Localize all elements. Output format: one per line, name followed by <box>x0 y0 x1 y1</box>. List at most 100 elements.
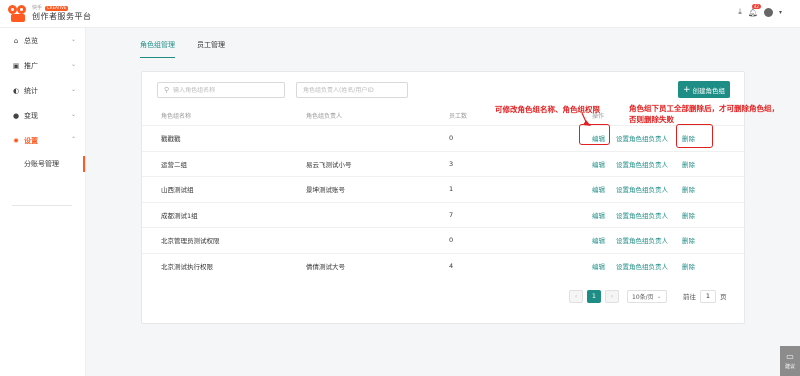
goto-label: 前往 <box>683 293 696 301</box>
header-role-name: 角色组名称 <box>161 112 192 120</box>
download-icon[interactable]: ⤓ <box>738 7 742 17</box>
avatar[interactable] <box>763 7 773 17</box>
owner-cell: 倩倩测试大号 <box>306 262 345 271</box>
set-owner-link[interactable]: 设置角色组负责人 <box>616 126 668 150</box>
feedback-button[interactable]: ▭ 建议 <box>780 346 800 376</box>
edit-link[interactable]: 编辑 <box>592 254 605 278</box>
count-cell: 1 <box>449 185 454 193</box>
promote-icon: ▣ <box>12 61 20 70</box>
owner-input[interactable] <box>303 86 407 94</box>
sidebar-item-stats[interactable]: ◐ 统计 ⌄ <box>0 78 85 103</box>
feedback-label: 建议 <box>784 364 795 370</box>
role-name-cell: 成都测试1组 <box>161 211 198 220</box>
create-button-label: 创建角色组 <box>692 86 726 95</box>
chevron-up-icon: ⌃ <box>70 136 76 143</box>
count-cell: 0 <box>449 134 454 142</box>
owner-cell: 易云飞测试小号 <box>306 160 352 169</box>
sidebar-item-promote[interactable]: ▣ 推广 ⌄ <box>0 53 85 78</box>
role-name-cell: 北京管理员测试权限 <box>161 237 220 245</box>
role-name-cell: 山西测试组 <box>161 186 194 194</box>
sidebar-subitem-label: 分账号管理 <box>24 160 59 168</box>
sidebar-subitem-account-management[interactable]: 分账号管理 <box>0 153 85 175</box>
table-row: 运营二组 易云飞测试小号 3 编辑 设置角色组负责人 删除 <box>142 150 746 176</box>
set-owner-link[interactable]: 设置角色组负责人 <box>616 228 668 252</box>
bell-icon[interactable]: 🔔︎ 42 <box>748 3 761 17</box>
page-unit-label: 页 <box>720 293 727 301</box>
delete-link[interactable]: 删除 <box>682 152 695 176</box>
tab-bar: 角色组管理 员工管理 <box>140 40 225 58</box>
edit-link[interactable]: 编辑 <box>592 152 605 176</box>
delete-link[interactable]: 删除 <box>682 228 695 252</box>
sidebar-item-overview[interactable]: ⌂ 总览 ⌄ <box>0 28 85 53</box>
role-name-cell: 戳戳戳 <box>161 135 181 143</box>
sidebar-item-settings[interactable]: ✹ 设置 ⌃ <box>0 128 85 153</box>
chevron-down-icon: ⌄ <box>70 86 76 93</box>
delete-highlight-box <box>676 124 713 148</box>
kuaishou-logo-icon <box>8 3 28 23</box>
count-cell: 7 <box>449 210 454 219</box>
goto-page-input[interactable]: 1 <box>700 289 716 303</box>
monetize-icon: ● <box>12 111 20 120</box>
set-owner-link[interactable]: 设置角色组负责人 <box>616 203 668 227</box>
delete-annotation-line2: 否则删除失败 <box>629 115 674 124</box>
sidebar-divider <box>12 205 72 206</box>
tab-employees[interactable]: 员工管理 <box>197 40 225 58</box>
delete-link[interactable]: 删除 <box>682 203 695 227</box>
role-name-input[interactable] <box>173 86 284 94</box>
chevron-down-icon: ⌄ <box>70 111 76 118</box>
sidebar-item-label: 总览 <box>24 36 38 45</box>
logo-tag: CREATIVE <box>45 4 69 11</box>
table-row: 戳戳戳 0 编辑 设置角色组负责人 删除 <box>142 125 746 150</box>
edit-highlight-box <box>579 124 610 145</box>
set-owner-link[interactable]: 设置角色组负责人 <box>616 254 668 278</box>
edit-link[interactable]: 编辑 <box>592 228 605 252</box>
delete-annotation-line1: 角色组下员工全部删除后，才可删除角色组， <box>629 104 779 113</box>
chevron-down-icon[interactable]: ▾ <box>779 9 782 16</box>
page-size-select[interactable]: 10条/页 ⌄ <box>627 289 667 303</box>
owner-search[interactable] <box>296 82 408 98</box>
top-bar: 快手 CREATIVE 创作者服务平台 ⤓ 🔔︎ 42 ▾ <box>0 0 800 28</box>
edit-annotation: 可修改角色组名称、角色组权限 <box>495 105 600 114</box>
role-name-search[interactable]: ⚲ <box>157 82 285 98</box>
sidebar-item-label: 变现 <box>24 111 38 120</box>
logo-title: 创作者服务平台 <box>32 11 92 21</box>
count-cell: 3 <box>449 159 454 168</box>
chevron-down-icon: ⌄ <box>656 292 662 300</box>
logo-brand: 快手 <box>32 4 43 11</box>
role-name-cell: 北京测试执行权限 <box>161 262 213 271</box>
next-page-button[interactable]: › <box>605 289 619 303</box>
owner-cell: 景坤测试账号 <box>306 186 345 194</box>
table-row: 成都测试1组 7 编辑 设置角色组负责人 删除 <box>142 201 746 227</box>
sidebar-item-monetize[interactable]: ● 变现 ⌄ <box>0 103 85 128</box>
header-count: 员工数 <box>449 112 468 120</box>
stats-icon: ◐ <box>12 86 20 95</box>
logo[interactable]: 快手 CREATIVE 创作者服务平台 <box>8 3 92 23</box>
page-1-button[interactable]: 1 <box>587 289 601 303</box>
tab-role-groups[interactable]: 角色组管理 <box>140 40 175 58</box>
header-owner: 角色组负责人 <box>306 112 343 120</box>
set-owner-link[interactable]: 设置角色组负责人 <box>616 177 668 201</box>
chevron-down-icon: ⌄ <box>70 61 76 68</box>
delete-link[interactable]: 删除 <box>682 177 695 201</box>
settings-icon: ✹ <box>13 136 19 145</box>
set-owner-link[interactable]: 设置角色组负责人 <box>616 152 668 176</box>
pagination: ‹ 1 › 10条/页 ⌄ 前往 1 页 <box>569 289 727 303</box>
table-row: 北京管理员测试权限 0 编辑 设置角色组负责人 删除 <box>142 227 746 252</box>
home-icon: ⌂ <box>13 36 19 45</box>
count-cell: 0 <box>449 236 454 244</box>
page-size-value: 10条/页 <box>632 293 654 301</box>
role-name-cell: 运营二组 <box>161 160 187 169</box>
prev-page-button[interactable]: ‹ <box>569 289 583 303</box>
delete-link[interactable]: 删除 <box>682 254 695 278</box>
create-role-group-button[interactable]: + 创建角色组 <box>678 81 730 98</box>
edit-link[interactable]: 编辑 <box>592 177 605 201</box>
count-cell: 4 <box>449 261 454 270</box>
sidebar: ⌂ 总览 ⌄ ▣ 推广 ⌄ ◐ 统计 ⌄ ● 变现 ⌄ ✹ 设置 ⌃ 分账号管理 <box>0 28 86 376</box>
table-row: 山西测试组 景坤测试账号 1 编辑 设置角色组负责人 删除 <box>142 176 746 201</box>
chevron-down-icon: ⌄ <box>70 36 76 43</box>
edit-link[interactable]: 编辑 <box>592 203 605 227</box>
notification-badge: 42 <box>751 3 761 9</box>
search-icon: ⚲ <box>164 86 170 94</box>
sidebar-item-label: 统计 <box>24 86 38 95</box>
chat-icon: ▭ <box>786 352 794 361</box>
